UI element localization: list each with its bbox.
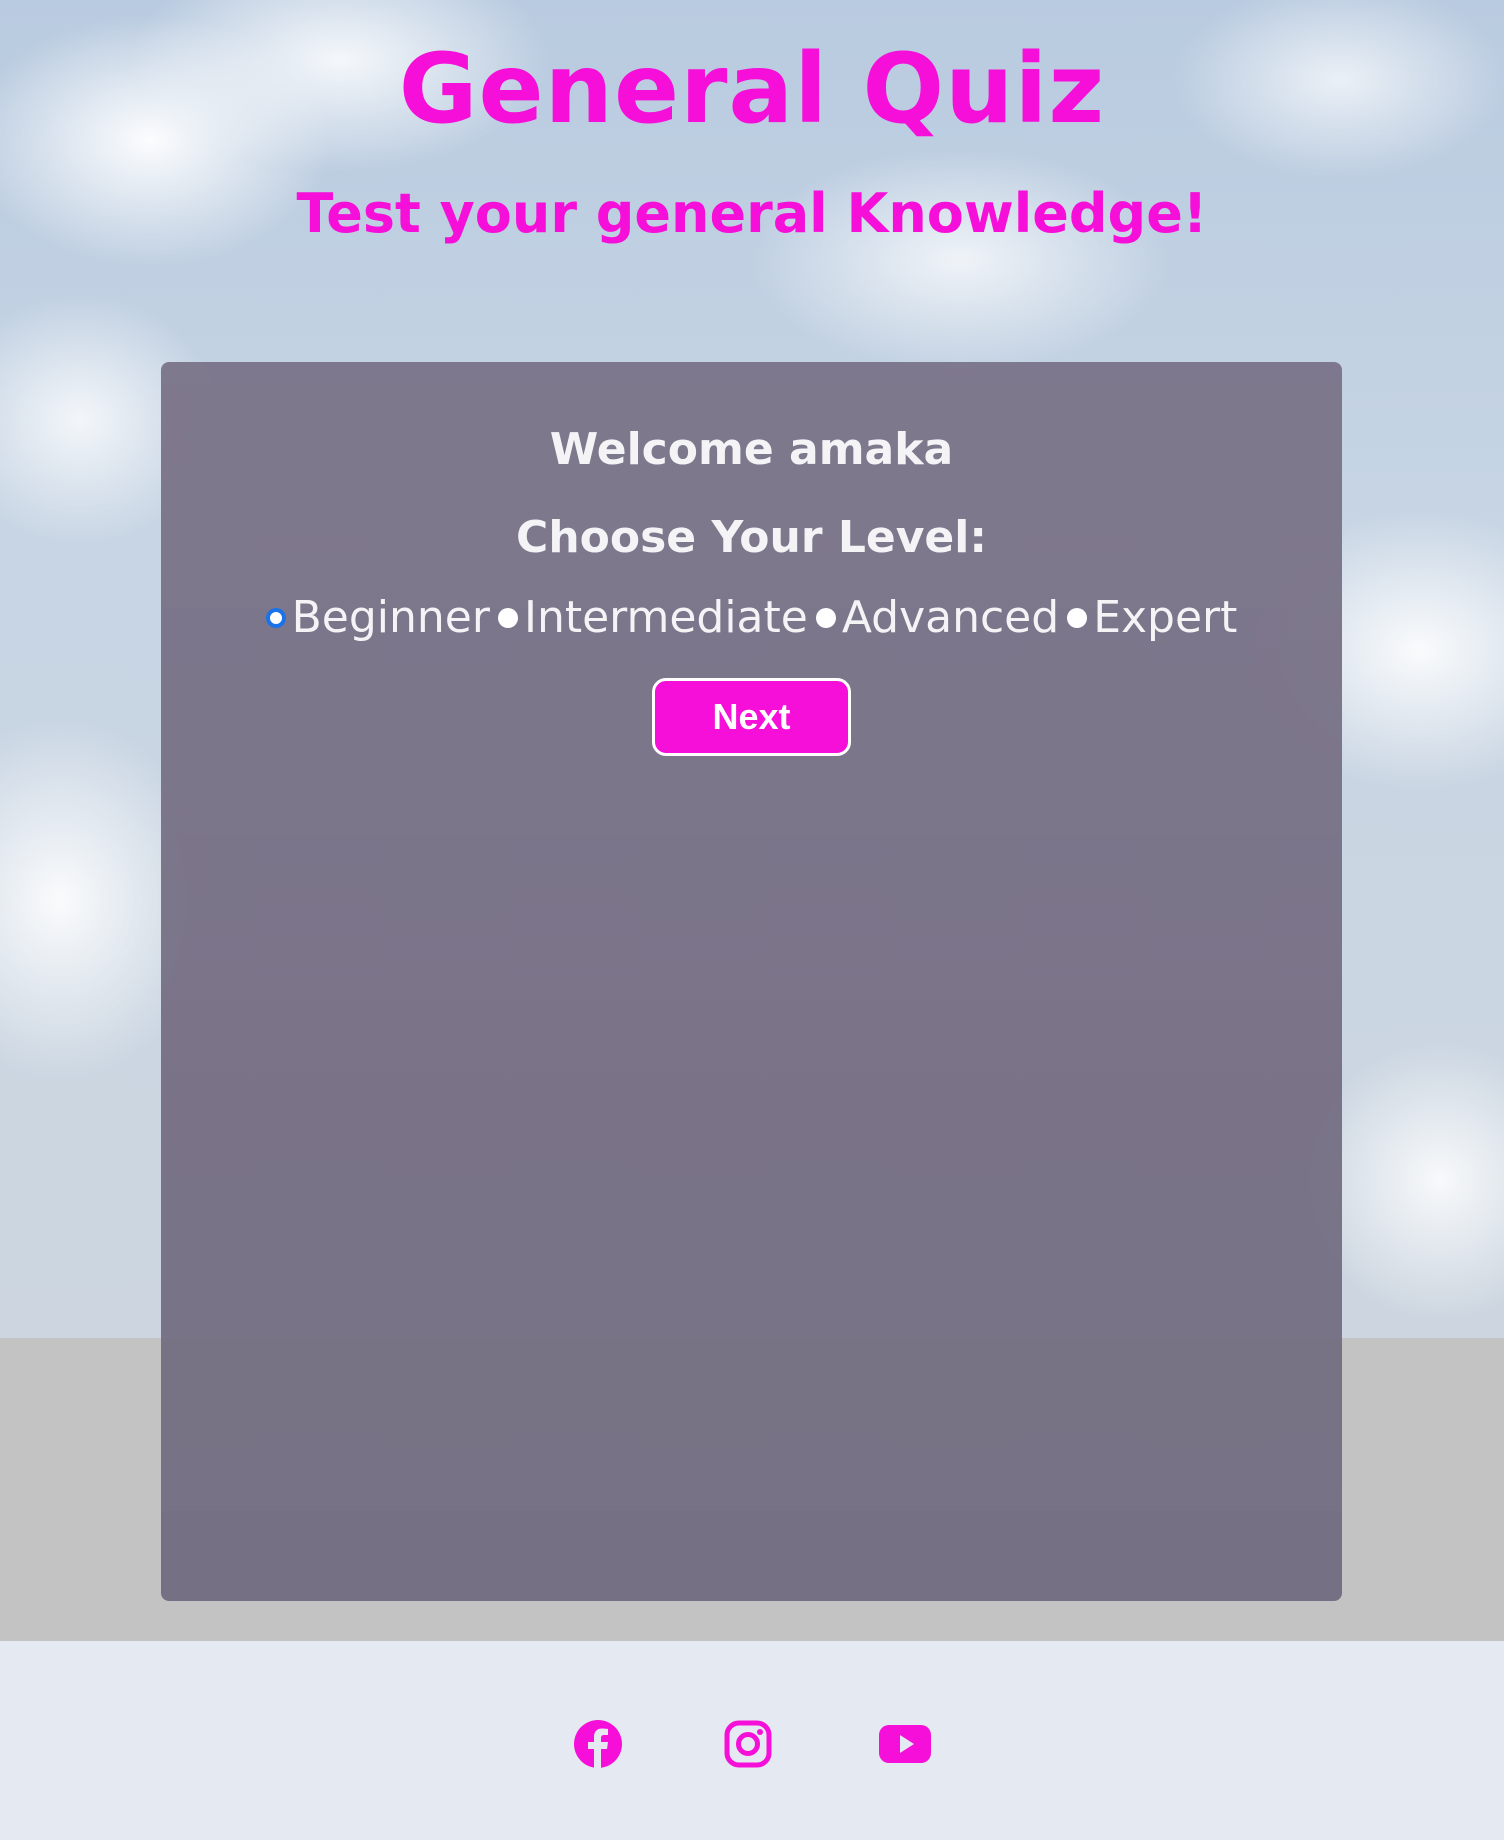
- radio-intermediate[interactable]: [497, 608, 518, 628]
- radio-advanced[interactable]: [815, 608, 836, 628]
- level-option-expert[interactable]: Expert: [1067, 590, 1237, 646]
- level-label-advanced: Advanced: [841, 592, 1060, 643]
- instagram-link[interactable]: [722, 1718, 774, 1770]
- page-subtitle: Test your general Knowledge!: [296, 182, 1208, 245]
- level-option-advanced[interactable]: Advanced: [815, 590, 1060, 646]
- level-options: Beginner Intermediate Advanced Expert: [161, 590, 1342, 646]
- radio-beginner[interactable]: [265, 608, 286, 628]
- level-label-intermediate: Intermediate: [523, 592, 808, 643]
- level-option-intermediate[interactable]: Intermediate: [497, 590, 808, 646]
- youtube-icon: [879, 1725, 931, 1763]
- choose-level-heading: Choose Your Level:: [516, 512, 987, 563]
- youtube-link[interactable]: [878, 1718, 932, 1770]
- welcome-message: Welcome amaka: [549, 424, 954, 475]
- radio-expert[interactable]: [1067, 608, 1088, 628]
- next-button[interactable]: Next: [652, 678, 851, 756]
- facebook-link[interactable]: [572, 1718, 624, 1770]
- level-label-beginner: Beginner: [291, 592, 490, 643]
- page-title: General Quiz: [398, 33, 1106, 145]
- instagram-icon: [724, 1720, 772, 1768]
- facebook-icon: [574, 1720, 622, 1768]
- level-option-beginner[interactable]: Beginner: [265, 590, 490, 646]
- page-footer: [0, 1641, 1504, 1840]
- level-label-expert: Expert: [1093, 592, 1238, 643]
- quiz-panel: Welcome amaka Choose Your Level: Beginne…: [161, 362, 1342, 1601]
